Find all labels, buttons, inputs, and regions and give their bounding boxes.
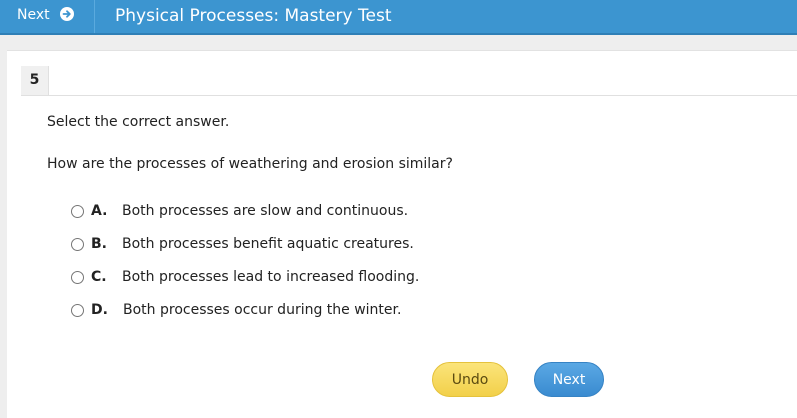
option-c-letter: C.	[91, 269, 107, 285]
question-prompt: How are the processes of weathering and …	[47, 156, 453, 172]
option-b-letter: B.	[91, 236, 107, 252]
header-next-label: Next	[17, 7, 50, 23]
next-button[interactable]: Next	[534, 362, 604, 397]
instruction-text: Select the correct answer.	[47, 114, 230, 130]
option-d-text: Both processes occur during the winter.	[123, 302, 402, 318]
option-a-text: Both processes are slow and continuous.	[122, 203, 409, 219]
option-c-radio[interactable]	[71, 271, 84, 284]
option-a-radio[interactable]	[71, 205, 84, 218]
option-a-letter: A.	[91, 203, 108, 219]
top-bar: Next Physical Processes: Mastery Test	[0, 0, 797, 35]
option-d-letter: D.	[91, 302, 108, 318]
page-title: Physical Processes: Mastery Test	[115, 6, 392, 26]
option-b-radio[interactable]	[71, 238, 84, 251]
question-number: 5	[21, 66, 49, 95]
option-d-radio[interactable]	[71, 304, 84, 317]
question-number-row: 5	[21, 66, 797, 96]
question-card: 5 Select the correct answer. How are the…	[7, 50, 797, 418]
undo-button[interactable]: Undo	[432, 362, 508, 397]
option-c-text: Both processes lead to increased floodin…	[122, 269, 420, 285]
header-divider	[94, 0, 95, 33]
header-next-button[interactable]: Next	[0, 0, 94, 33]
arrow-circle-right-icon	[60, 7, 74, 21]
option-b-text: Both processes benefit aquatic creatures…	[122, 236, 414, 252]
